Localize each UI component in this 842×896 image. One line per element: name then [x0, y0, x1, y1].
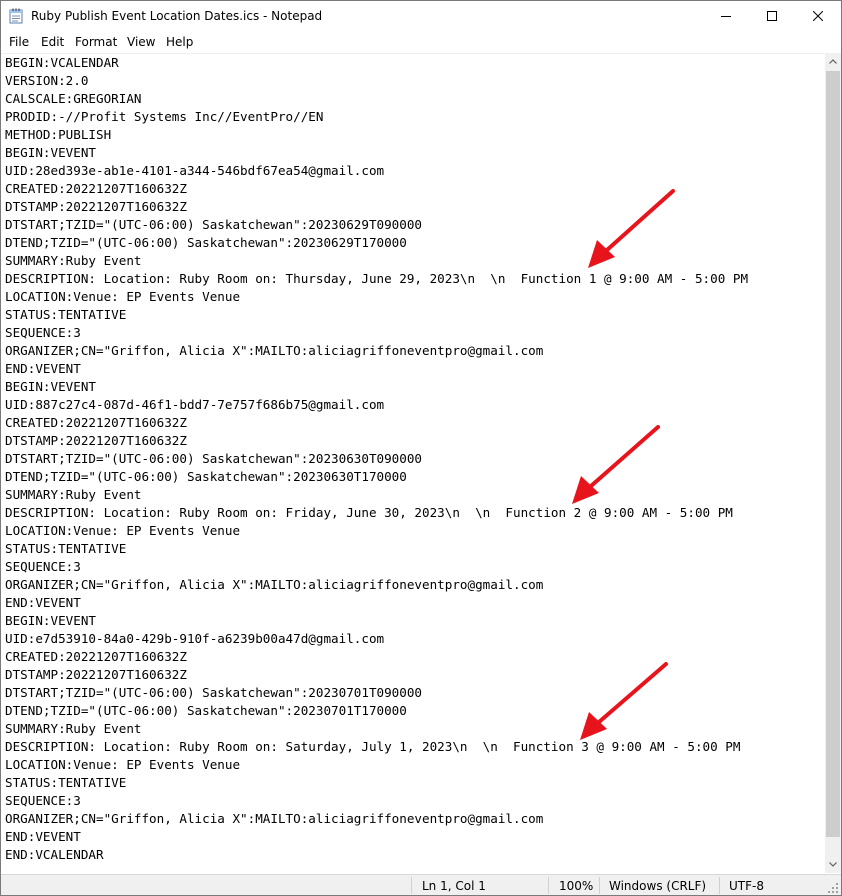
- red-arrow-icon: [580, 662, 668, 740]
- scroll-down-button[interactable]: [825, 856, 841, 873]
- vertical-scrollbar[interactable]: [825, 53, 841, 873]
- notepad-window: Ruby Publish Event Location Dates.ics - …: [0, 0, 842, 896]
- red-arrow-icon: [588, 189, 675, 268]
- status-separator: [719, 877, 720, 894]
- menu-bar: File Edit Format View Help: [1, 32, 841, 52]
- encoding: UTF-8: [729, 879, 764, 893]
- status-bar: Ln 1, Col 1 100% Windows (CRLF) UTF-8: [1, 874, 841, 895]
- close-icon: [813, 11, 823, 21]
- zoom-level: 100%: [559, 879, 594, 893]
- title-bar[interactable]: Ruby Publish Event Location Dates.ics - …: [1, 1, 841, 31]
- minimize-icon: [721, 16, 731, 17]
- menu-help[interactable]: Help: [166, 32, 193, 52]
- scroll-up-button[interactable]: [825, 53, 841, 70]
- status-separator: [411, 877, 412, 894]
- text-editor[interactable]: BEGIN:VCALENDAR VERSION:2.0 CALSCALE:GREGO…: [1, 53, 825, 874]
- resize-grip-icon[interactable]: [827, 882, 839, 894]
- window-title: Ruby Publish Event Location Dates.ics - …: [31, 9, 323, 23]
- minimize-button[interactable]: [703, 1, 749, 31]
- menu-edit[interactable]: Edit: [41, 32, 64, 52]
- annotation-layer: [572, 189, 675, 740]
- cursor-position: Ln 1, Col 1: [422, 879, 486, 893]
- status-separator: [548, 877, 549, 894]
- chevron-down-icon: [829, 862, 837, 867]
- status-separator: [599, 877, 600, 894]
- menu-format[interactable]: Format: [75, 32, 117, 52]
- line-ending: Windows (CRLF): [609, 879, 707, 893]
- notepad-icon: [9, 8, 23, 24]
- close-button[interactable]: [795, 1, 841, 31]
- chevron-up-icon: [829, 59, 837, 64]
- menu-file[interactable]: File: [9, 32, 29, 52]
- maximize-icon: [767, 11, 777, 21]
- red-arrow-icon: [572, 425, 660, 504]
- menu-view[interactable]: View: [127, 32, 155, 52]
- maximize-button[interactable]: [749, 1, 795, 31]
- scrollbar-thumb[interactable]: [826, 71, 840, 837]
